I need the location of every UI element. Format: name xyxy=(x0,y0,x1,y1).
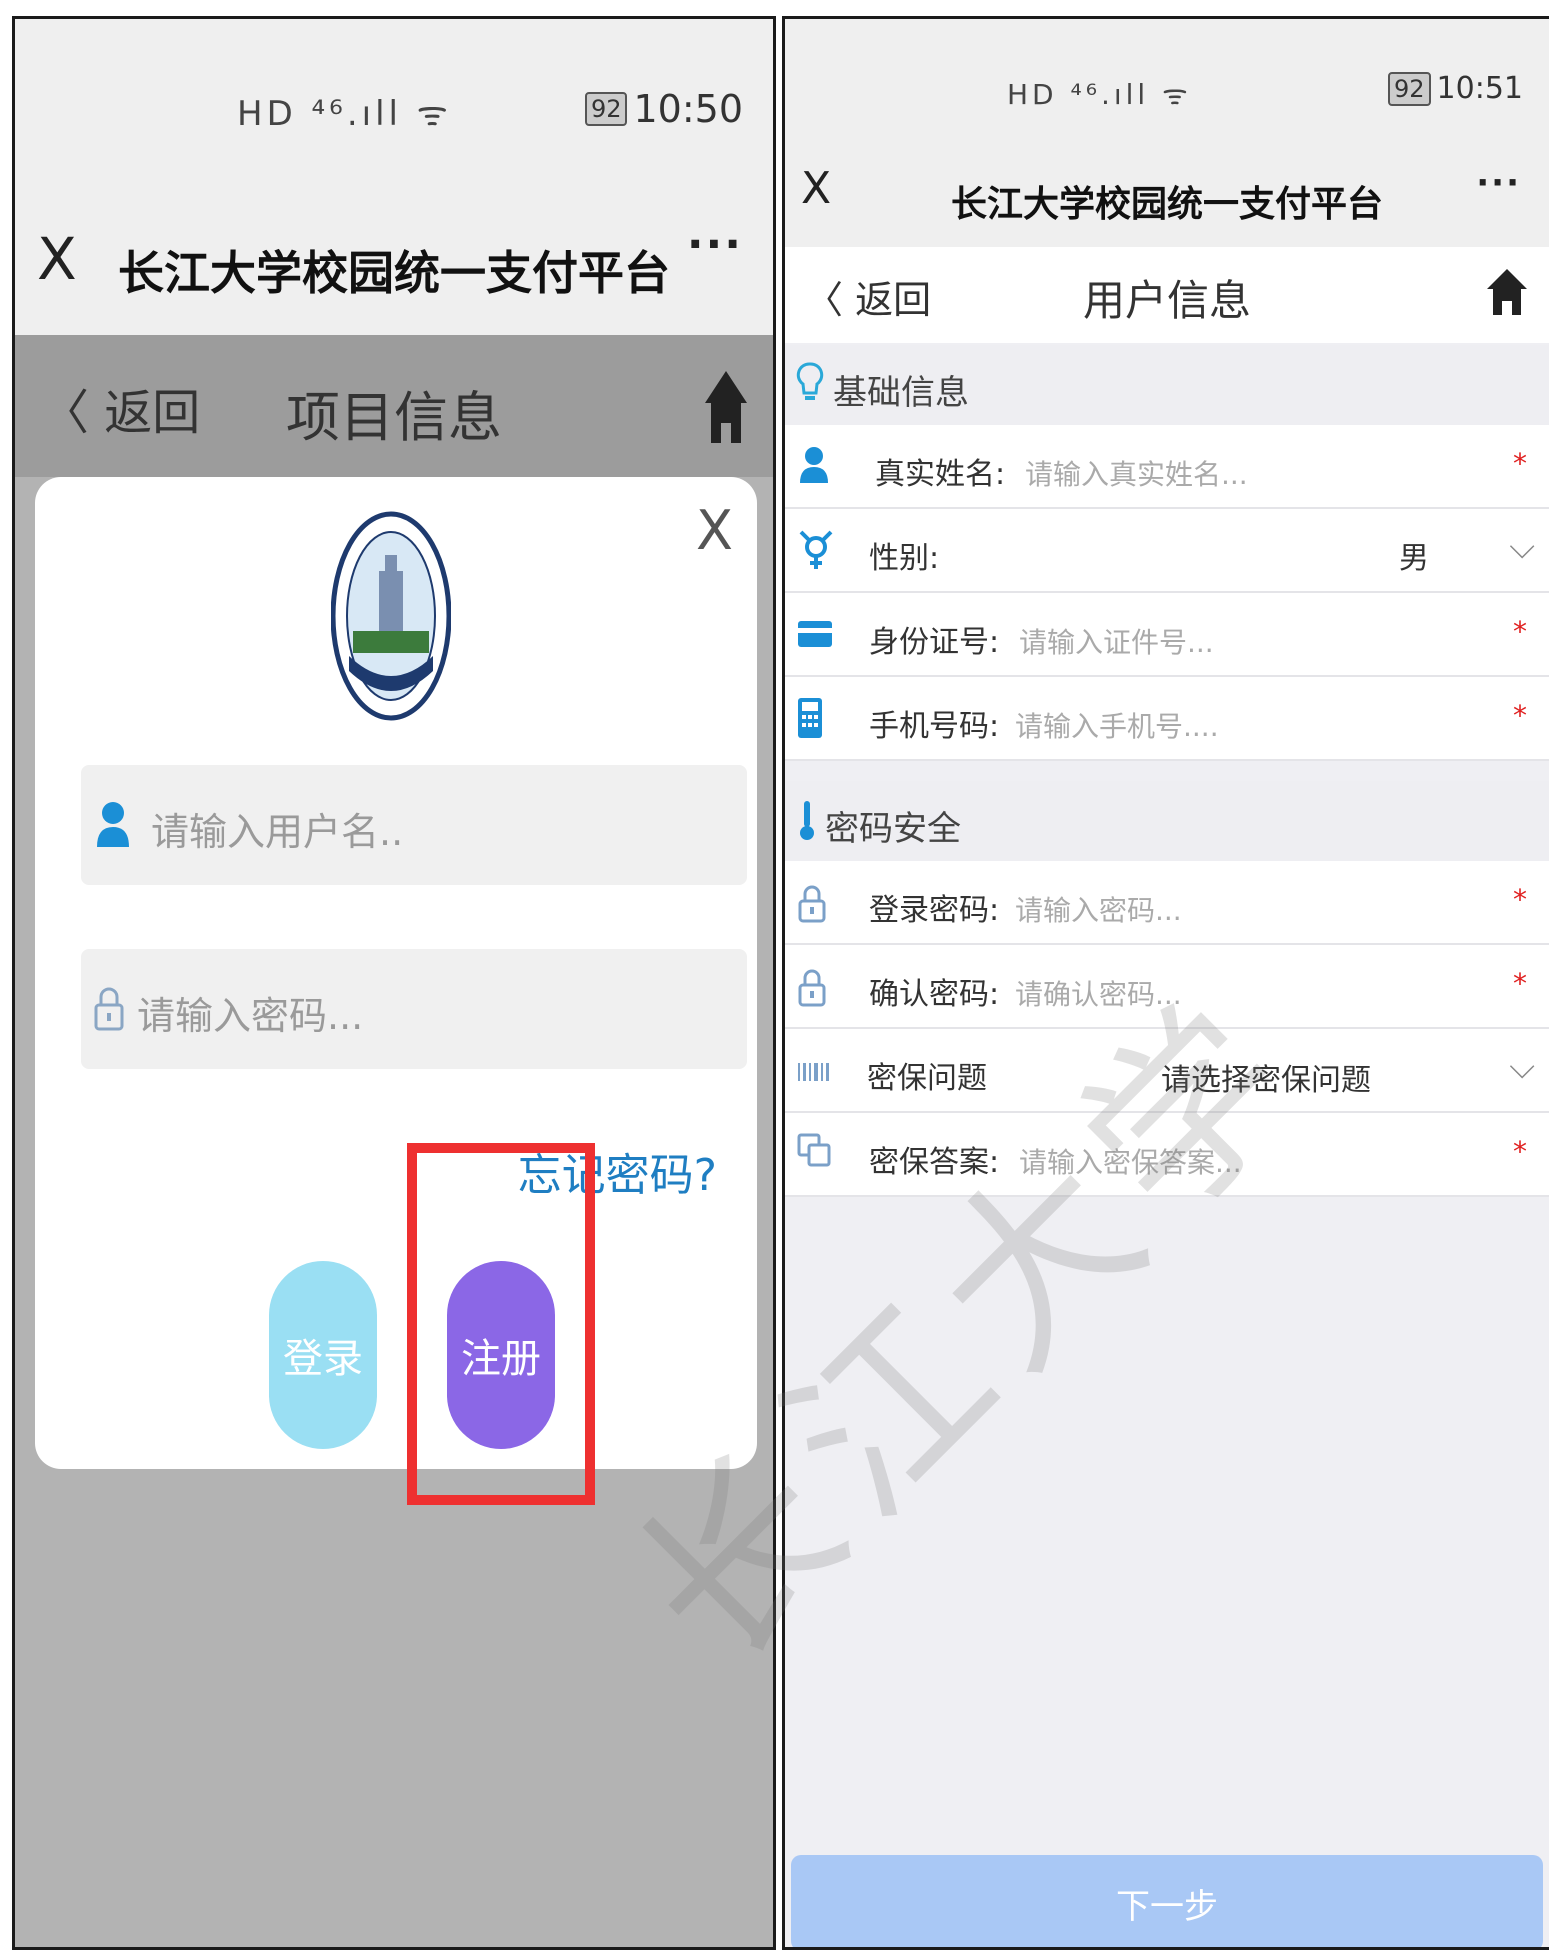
real-name-input[interactable]: 请输入真实姓名... xyxy=(1025,453,1248,493)
confirm-password-label: 确认密码: xyxy=(869,977,1000,1012)
lock-icon xyxy=(797,965,837,1009)
battery-icon: 92 xyxy=(1387,71,1431,106)
login-password-label: 登录密码: xyxy=(869,893,1000,928)
confirm-password-row[interactable]: 确认密码: 请确认密码... * xyxy=(785,945,1549,1029)
battery-icon: 92 xyxy=(584,92,628,126)
section-basic-info: 基础信息 xyxy=(785,345,1549,425)
gender-icon xyxy=(797,529,837,573)
status-time: 10:50 xyxy=(633,87,743,131)
username-placeholder: 请输入用户名.. xyxy=(151,810,404,854)
left-phone-screen: HD ⁴⁶.ıll ᯤ 92 10:50 X 长江大学校园统一支付平台 ··· … xyxy=(12,16,776,1950)
security-question-select[interactable]: 请选择密保问题 xyxy=(1161,1055,1371,1099)
gender-row[interactable]: 性别: 男 ⌵ xyxy=(785,509,1549,593)
app-title: 长江大学校园统一支付平台 xyxy=(118,246,670,300)
register-highlight-box xyxy=(407,1143,595,1505)
barcode-icon xyxy=(797,1049,837,1093)
section-password-security: 密码安全 xyxy=(785,781,1549,861)
login-button[interactable]: 登录 xyxy=(269,1261,377,1449)
home-icon[interactable] xyxy=(1485,267,1529,321)
confirm-password-input[interactable]: 请确认密码... xyxy=(1015,973,1182,1013)
page-title: 项目信息 xyxy=(286,386,502,449)
user-icon xyxy=(797,445,837,489)
home-icon[interactable] xyxy=(703,369,749,449)
id-card-input[interactable]: 请输入证件号... xyxy=(1019,621,1214,661)
chevron-down-icon[interactable]: ⌵ xyxy=(1509,1047,1535,1087)
required-mark: * xyxy=(1513,967,1527,1000)
security-question-label: 密保问题 xyxy=(867,1061,987,1096)
id-card-row[interactable]: 身份证号: 请输入证件号... * xyxy=(785,593,1549,677)
thermometer-icon xyxy=(795,797,825,843)
id-card-label: 身份证号: xyxy=(869,625,1000,660)
page-nav-bar: 〈 返回 项目信息 xyxy=(15,335,773,477)
status-right: 92 10:51 xyxy=(1387,71,1523,106)
security-answer-row[interactable]: 密保答案: 请输入密保答案... * xyxy=(785,1113,1549,1197)
more-menu-button[interactable]: ··· xyxy=(687,219,743,270)
status-bar: HD ⁴⁶.ıll ᯤ 92 10:50 xyxy=(15,19,773,185)
section-basic-label: 基础信息 xyxy=(833,373,969,413)
phone-number-row[interactable]: 手机号码: 请输入手机号.... * xyxy=(785,677,1549,761)
page-title: 用户信息 xyxy=(1082,276,1251,325)
user-icon xyxy=(93,799,133,849)
status-bar: HD ⁴⁶.ıll ᯤ 92 10:51 xyxy=(785,19,1549,147)
status-time: 10:51 xyxy=(1436,71,1523,106)
security-answer-input[interactable]: 请输入密保答案... xyxy=(1019,1141,1242,1181)
copy-icon xyxy=(797,1133,837,1177)
required-mark: * xyxy=(1513,699,1527,732)
password-field[interactable]: 请输入密码... xyxy=(81,949,747,1069)
page-nav-bar: 〈 返回 用户信息 xyxy=(785,247,1549,343)
calculator-icon xyxy=(797,697,837,741)
password-placeholder: 请输入密码... xyxy=(137,994,364,1038)
gender-label: 性别: xyxy=(869,541,940,576)
required-mark: * xyxy=(1513,1135,1527,1168)
lock-icon xyxy=(797,881,837,925)
security-answer-label: 密保答案: xyxy=(869,1145,1000,1180)
required-mark: * xyxy=(1513,883,1527,916)
more-menu-button[interactable]: ··· xyxy=(1476,163,1521,203)
login-password-row[interactable]: 登录密码: 请输入密码... * xyxy=(785,861,1549,945)
lightbulb-icon xyxy=(795,361,825,407)
status-right: 92 10:50 xyxy=(584,87,743,131)
right-phone-screen: HD ⁴⁶.ıll ᯤ 92 10:51 X 长江大学校园统一支付平台 ··· … xyxy=(782,16,1549,1950)
section-security-label: 密码安全 xyxy=(825,809,961,849)
signal-icons: HD ⁴⁶.ıll ᯤ xyxy=(237,94,452,134)
login-modal: X 请输入用户名.. 请输入密码... 忘记密码? 登录 注册 xyxy=(35,477,757,1469)
security-question-row[interactable]: 密保问题 请选择密保问题 ⌵ xyxy=(785,1029,1549,1113)
app-title: 长江大学校园统一支付平台 xyxy=(950,184,1383,225)
app-title-bar: X 长江大学校园统一支付平台 ··· xyxy=(785,147,1549,248)
signal-icons: HD ⁴⁶.ıll ᯤ xyxy=(1007,78,1192,111)
university-logo xyxy=(330,511,452,721)
real-name-row[interactable]: 真实姓名: 请输入真实姓名... * xyxy=(785,425,1549,509)
id-card-icon xyxy=(797,613,837,657)
gender-value[interactable]: 男 xyxy=(1399,533,1429,577)
real-name-label: 真实姓名: xyxy=(875,457,1006,492)
next-step-button[interactable]: 下一步 xyxy=(791,1855,1543,1947)
phone-number-label: 手机号码: xyxy=(869,709,1000,744)
login-password-input[interactable]: 请输入密码... xyxy=(1015,889,1182,929)
required-mark: * xyxy=(1513,447,1527,480)
close-modal-button[interactable]: X xyxy=(696,499,733,562)
app-title-bar: X 长江大学校园统一支付平台 ··· xyxy=(15,185,773,336)
phone-number-input[interactable]: 请输入手机号.... xyxy=(1015,705,1219,745)
lock-icon xyxy=(93,983,133,1033)
username-field[interactable]: 请输入用户名.. xyxy=(81,765,747,885)
required-mark: * xyxy=(1513,615,1527,648)
chevron-down-icon[interactable]: ⌵ xyxy=(1509,527,1535,567)
